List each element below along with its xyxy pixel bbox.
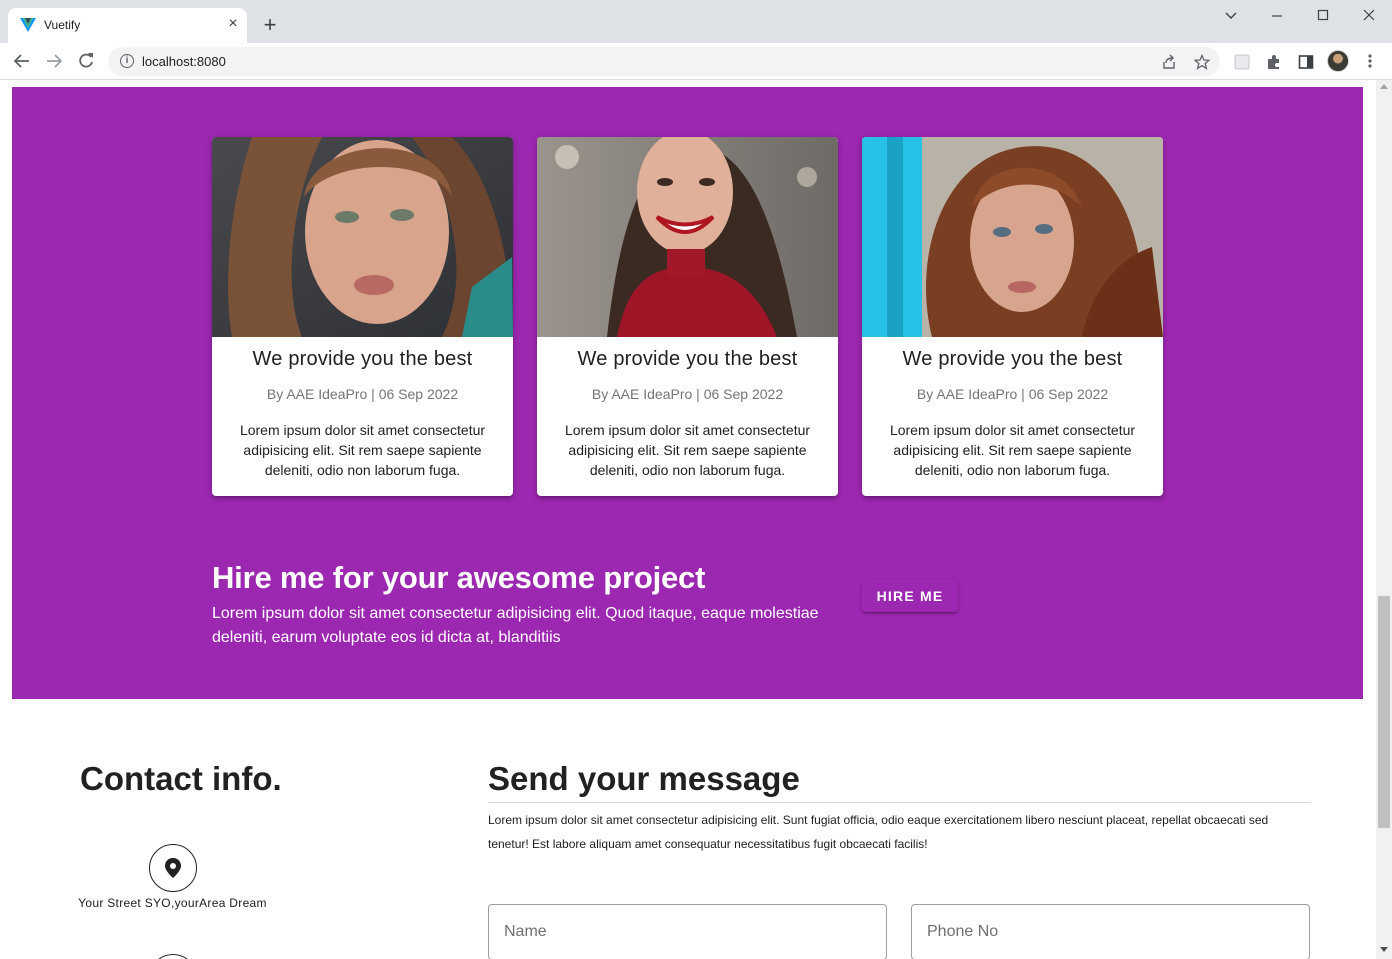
phone-input[interactable] bbox=[927, 919, 1287, 945]
scroll-up-arrow-icon[interactable] bbox=[1380, 84, 1388, 89]
site-info-icon[interactable]: i bbox=[120, 54, 134, 68]
tab-search-chevron-icon[interactable] bbox=[1219, 6, 1243, 26]
side-panel-icon[interactable] bbox=[1297, 53, 1315, 71]
maximize-icon[interactable] bbox=[1311, 6, 1335, 26]
blog-card[interactable]: We provide you the best By AAE IdeaPro |… bbox=[862, 137, 1163, 496]
reload-icon[interactable] bbox=[76, 51, 96, 71]
page-viewport: We provide you the best By AAE IdeaPro |… bbox=[0, 80, 1376, 959]
address-text: Your Street SYO,yourArea Dream bbox=[78, 896, 267, 910]
card-text: Lorem ipsum dolor sit amet consectetur a… bbox=[239, 422, 486, 478]
card-image-portrait-1 bbox=[212, 137, 513, 337]
puzzle-extensions-icon[interactable] bbox=[1265, 53, 1283, 71]
scroll-thumb[interactable] bbox=[1378, 596, 1390, 828]
card-title: We provide you the best bbox=[902, 348, 1123, 370]
phone-field[interactable] bbox=[911, 904, 1310, 959]
forward-arrow-icon[interactable] bbox=[44, 51, 64, 71]
hire-me-button[interactable]: HIRE ME bbox=[862, 580, 958, 612]
card-meta: By AAE IdeaPro | 06 Sep 2022 bbox=[591, 386, 784, 402]
profile-avatar[interactable] bbox=[1327, 50, 1349, 72]
contact-info-title: Contact info. bbox=[80, 760, 282, 797]
message-description: Lorem ipsum dolor sit amet consectetur a… bbox=[488, 813, 1269, 851]
map-marker-icon bbox=[165, 858, 181, 878]
card-text: Lorem ipsum dolor sit amet consectetur a… bbox=[564, 422, 811, 478]
card-meta: By AAE IdeaPro | 06 Sep 2022 bbox=[916, 386, 1109, 402]
blog-section: We provide you the best By AAE IdeaPro |… bbox=[12, 87, 1363, 699]
card-text: Lorem ipsum dolor sit amet consectetur a… bbox=[889, 422, 1136, 478]
card-meta: By AAE IdeaPro | 06 Sep 2022 bbox=[266, 386, 459, 402]
bookmark-star-icon[interactable] bbox=[1194, 54, 1210, 70]
name-input[interactable] bbox=[504, 919, 864, 945]
hire-text: Lorem ipsum dolor sit amet consectetur a… bbox=[212, 605, 819, 646]
minimize-icon[interactable] bbox=[1265, 6, 1289, 26]
card-title: We provide you the best bbox=[577, 348, 798, 370]
new-tab-icon[interactable]: + bbox=[258, 14, 282, 38]
back-arrow-icon[interactable] bbox=[12, 51, 32, 71]
url-text[interactable]: localhost:8080 bbox=[142, 54, 226, 69]
card-image-portrait-2 bbox=[537, 137, 838, 337]
extension-icon[interactable] bbox=[1233, 53, 1251, 71]
browser-tab-bar: Vuetify × + bbox=[0, 0, 1392, 43]
send-message-title: Send your message bbox=[488, 760, 800, 797]
vuetify-favicon-icon bbox=[20, 18, 36, 32]
page-scrollbar[interactable] bbox=[1376, 80, 1392, 959]
browser-menu-icon[interactable] bbox=[1362, 52, 1378, 70]
browser-toolbar: i localhost:8080 bbox=[0, 43, 1392, 80]
address-bar[interactable]: i localhost:8080 bbox=[108, 47, 1220, 76]
card-image-portrait-3 bbox=[862, 137, 1163, 337]
address-icon-circle bbox=[149, 844, 197, 892]
tab-title: Vuetify bbox=[44, 18, 81, 32]
card-title: We provide you the best bbox=[252, 348, 473, 370]
close-window-icon[interactable] bbox=[1357, 6, 1381, 26]
share-icon[interactable] bbox=[1161, 54, 1177, 70]
name-field[interactable] bbox=[488, 904, 887, 959]
blog-card[interactable]: We provide you the best By AAE IdeaPro |… bbox=[212, 137, 513, 496]
blog-card[interactable]: We provide you the best By AAE IdeaPro |… bbox=[537, 137, 838, 496]
browser-tab[interactable]: Vuetify × bbox=[8, 8, 247, 43]
divider bbox=[488, 802, 1311, 803]
hire-title: Hire me for your awesome project bbox=[212, 560, 706, 595]
phone-icon-circle bbox=[149, 954, 197, 959]
tab-close-icon[interactable]: × bbox=[224, 15, 242, 33]
scroll-down-arrow-icon[interactable] bbox=[1380, 947, 1388, 952]
